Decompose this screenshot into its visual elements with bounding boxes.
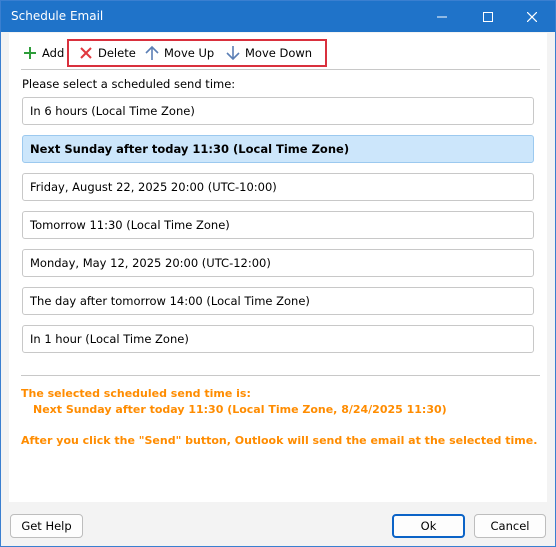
- send-time-option[interactable]: In 6 hours (Local Time Zone): [22, 97, 534, 125]
- dialog-content: Add Delete Move Up Move Down Please sele…: [9, 33, 547, 502]
- option-label: Next Sunday after today 11:30 (Local Tim…: [30, 142, 350, 156]
- minimize-icon: [437, 16, 447, 17]
- get-help-button[interactable]: Get Help: [10, 514, 83, 538]
- option-label: In 6 hours (Local Time Zone): [30, 104, 195, 118]
- add-button[interactable]: Add: [23, 42, 64, 64]
- send-time-option[interactable]: Friday, August 22, 2025 20:00 (UTC-10:00…: [22, 173, 534, 201]
- send-note: After you click the "Send" button, Outlo…: [21, 434, 538, 447]
- maximize-icon: [483, 11, 493, 22]
- window-title: Schedule Email: [11, 9, 104, 23]
- send-time-option[interactable]: The day after tomorrow 14:00 (Local Time…: [22, 287, 534, 315]
- add-label: Add: [42, 46, 65, 60]
- ok-label: Ok: [420, 519, 437, 533]
- send-time-option[interactable]: In 1 hour (Local Time Zone): [22, 325, 534, 353]
- ok-button[interactable]: Ok: [392, 514, 465, 538]
- send-time-option-selected[interactable]: Next Sunday after today 11:30 (Local Tim…: [22, 135, 534, 163]
- info-divider: [21, 375, 540, 376]
- get-help-label: Get Help: [21, 519, 72, 533]
- send-time-option[interactable]: Monday, May 12, 2025 20:00 (UTC-12:00): [22, 249, 534, 277]
- title-bar: Schedule Email: [1, 1, 555, 32]
- delete-label: Delete: [98, 46, 136, 60]
- close-button[interactable]: [509, 1, 555, 32]
- select-prompt: Please select a scheduled send time:: [22, 77, 236, 91]
- schedule-email-window: Schedule Email Add Delete Move Up Move D…: [0, 0, 556, 547]
- arrow-down-icon: [226, 46, 240, 61]
- cancel-label: Cancel: [490, 519, 530, 533]
- move-up-label: Move Up: [164, 46, 215, 60]
- arrow-up-icon: [145, 45, 159, 60]
- plus-icon: [24, 47, 36, 59]
- option-label: Friday, August 22, 2025 20:00 (UTC-10:00…: [30, 180, 277, 194]
- move-down-label: Move Down: [245, 46, 313, 60]
- send-time-option[interactable]: Tomorrow 11:30 (Local Time Zone): [22, 211, 534, 239]
- option-label: The day after tomorrow 14:00 (Local Time…: [30, 294, 310, 308]
- option-label: Tomorrow 11:30 (Local Time Zone): [30, 218, 230, 232]
- maximize-button[interactable]: [465, 1, 511, 32]
- move-up-button[interactable]: Move Up: [145, 42, 214, 64]
- selected-time-heading: The selected scheduled send time is:: [21, 387, 251, 400]
- option-label: In 1 hour (Local Time Zone): [30, 332, 189, 346]
- delete-x-icon: [80, 47, 92, 59]
- delete-button[interactable]: Delete: [79, 42, 136, 64]
- option-label: Monday, May 12, 2025 20:00 (UTC-12:00): [30, 256, 271, 270]
- toolbar: Add Delete Move Up Move Down: [9, 33, 547, 69]
- selected-time-value: Next Sunday after today 11:30 (Local Tim…: [33, 403, 447, 416]
- move-down-button[interactable]: Move Down: [226, 42, 312, 64]
- toolbar-divider: [21, 69, 540, 70]
- close-icon: [527, 11, 537, 22]
- minimize-button[interactable]: [419, 1, 465, 32]
- cancel-button[interactable]: Cancel: [474, 514, 546, 538]
